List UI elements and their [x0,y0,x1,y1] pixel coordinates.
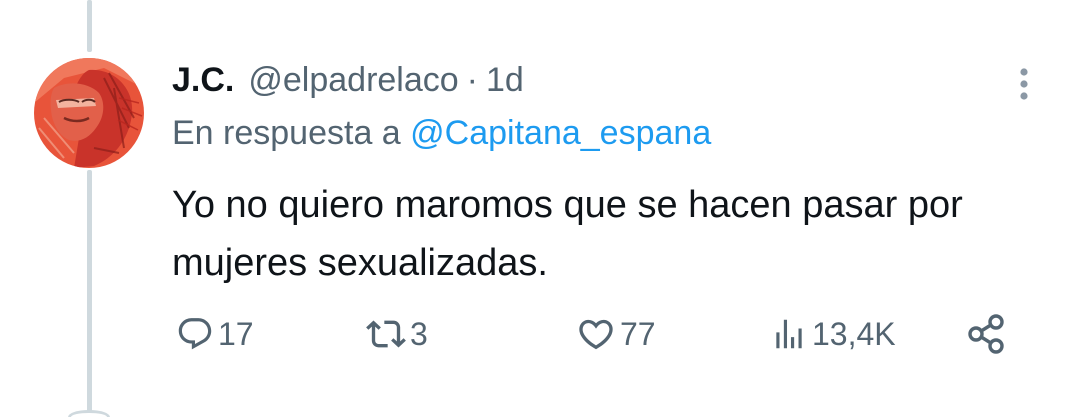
author-name[interactable]: J.C. [172,61,234,100]
views-count: 13,4K [812,315,896,352]
share-button[interactable] [966,308,1010,360]
retweet-button[interactable]: 3 [366,308,428,360]
retweet-count: 3 [410,315,428,352]
tweet-actions: 17 3 77 13,4K [0,308,1080,360]
reply-icon [178,318,212,350]
reply-context: En respuesta a @Capitana_espana [172,114,711,153]
avatar[interactable] [34,58,144,168]
author-handle[interactable]: @elpadrelaco [248,61,458,100]
like-button[interactable]: 77 [576,308,656,360]
tweet-header: J.C. @elpadrelaco · 1d [172,56,524,104]
reply-button[interactable]: 17 [176,308,254,360]
thread-line-top [87,0,92,52]
more-options-button[interactable] [1002,62,1046,106]
reply-mention-link[interactable]: @Capitana_espana [410,114,711,152]
share-icon [968,314,1004,354]
reply-count: 17 [218,315,254,352]
retweet-icon [366,320,406,348]
heart-icon [579,319,613,350]
thread-line-bottom [87,170,92,412]
next-avatar-edge [68,410,110,417]
views-button[interactable]: 13,4K [770,308,896,360]
views-icon [776,319,802,349]
timestamp[interactable]: 1d [486,61,524,100]
separator-dot: · [466,60,478,99]
avatar-image [34,58,144,168]
like-count: 77 [620,315,656,352]
tweet[interactable]: J.C. @elpadrelaco · 1d En respuesta a @C… [0,0,1080,417]
tweet-text: Yo no quiero maromos que se hacen pasar … [172,184,963,284]
more-vertical-icon [1020,68,1028,100]
reply-prefix: En respuesta a [172,114,401,152]
